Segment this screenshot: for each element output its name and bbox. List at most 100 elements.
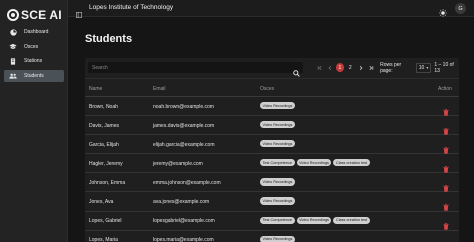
- student-email: noah.brown@example.com: [153, 103, 214, 110]
- osce-chip: Test Competence: [260, 159, 295, 167]
- osce-chips: Video Recordings: [260, 121, 297, 129]
- chevron-left-icon: [328, 65, 332, 70]
- graduation-cap-icon: [9, 43, 17, 51]
- rows-per-page-value: 10: [418, 64, 425, 71]
- osce-chips: Video Recordings: [260, 235, 297, 242]
- student-name: Jones, Ava: [89, 198, 114, 205]
- osce-chips: Video Recordings: [260, 102, 297, 110]
- table-row[interactable]: Jones, Ava ava.jones@example.com Video Rec…: [85, 192, 459, 212]
- student-name: Johnson, Emma: [89, 179, 126, 186]
- student-email: emma.johnson@example.com: [153, 179, 221, 186]
- sidebar-item-label: Dashboard: [24, 29, 49, 35]
- osce-chips: Video Recordings: [260, 178, 297, 186]
- first-page-button[interactable]: [315, 63, 324, 73]
- table-body: Brown, Noah noah.brown@example.com Video R…: [85, 97, 459, 242]
- table-row[interactable]: Johnson, Emma emma.johnson@example.com Vid…: [85, 173, 459, 193]
- search-icon[interactable]: [293, 64, 300, 77]
- column-header-osces[interactable]: Osces: [260, 86, 274, 92]
- logo-icon: [7, 9, 19, 21]
- sidebar-nav: Dashboard Osces Stations Students: [4, 26, 64, 85]
- collapse-sidebar-icon[interactable]: [76, 5, 82, 18]
- sidebar-item-label: Osces: [24, 43, 39, 50]
- delete-icon[interactable]: [443, 236, 450, 242]
- last-page-icon: [369, 65, 374, 70]
- institute-name: Lopes Institute of Technology: [89, 4, 174, 11]
- student-email: lopes.maria@example.com: [153, 237, 214, 242]
- search-input[interactable]: [92, 62, 287, 73]
- sun-icon[interactable]: [439, 4, 447, 17]
- delete-icon[interactable]: [443, 198, 450, 211]
- rows-per-page-label: Rows per page:: [380, 61, 402, 74]
- station-icon: [9, 57, 17, 65]
- student-name: Hagler, Jeremy: [89, 160, 123, 167]
- previous-page-button[interactable]: [325, 63, 334, 73]
- table-row[interactable]: Garcia, Elijah elijah.garcia@example.com V…: [85, 135, 459, 155]
- osce-chip: Class creation test: [333, 159, 370, 167]
- student-email: ava.jones@example.com: [153, 198, 210, 205]
- brand-name: SCE AI: [21, 8, 62, 22]
- student-email: lopesgabriel@example.com: [153, 218, 215, 225]
- osce-chip: Test Competence: [260, 216, 295, 224]
- table-row[interactable]: Hagler, Jeremy jeremy@example.com Test Com…: [85, 154, 459, 174]
- pagination-range: 1 – 10 of 13: [434, 61, 454, 74]
- student-name: Davis, James: [89, 122, 120, 129]
- column-header-email[interactable]: Email: [153, 86, 166, 92]
- delete-icon[interactable]: [443, 217, 450, 230]
- osce-chip: Video Recordings: [260, 235, 295, 242]
- last-page-button[interactable]: [367, 63, 376, 73]
- osce-chip: Video Recordings: [260, 121, 295, 129]
- dashboard-icon: [9, 28, 17, 36]
- top-bar: Lopes Institute of Technology G: [68, 0, 474, 18]
- sidebar-item-label: Students: [24, 73, 44, 80]
- sidebar: SCE AI Dashboard Osces Stations Students: [0, 0, 68, 242]
- osce-chip: Video Recordings: [260, 178, 295, 186]
- sidebar-item-students[interactable]: Students: [4, 70, 64, 83]
- osce-chip: Video Recordings: [260, 140, 295, 148]
- delete-icon[interactable]: [443, 179, 450, 192]
- student-email: james.davis@example.com: [153, 122, 215, 129]
- osce-chip: Video Recordings: [260, 197, 295, 205]
- osce-chip: Video Recordings: [296, 216, 332, 224]
- page-1-button[interactable]: 1: [335, 63, 345, 72]
- osce-chips: Video Recordings: [260, 140, 297, 148]
- pagination: 1 2 Rows per page: 10 ▾ 1 – 10 of 13: [315, 61, 459, 74]
- students-table-card: 1 2 Rows per page: 10 ▾ 1 – 10 of 13 Nam…: [85, 58, 459, 242]
- sidebar-item-osces[interactable]: Osces: [4, 41, 64, 53]
- search-box: [88, 62, 303, 77]
- column-header-action: Action: [438, 86, 452, 92]
- next-page-button[interactable]: [356, 63, 365, 73]
- student-email: jeremy@example.com: [153, 160, 203, 167]
- sidebar-item-stations[interactable]: Stations: [4, 55, 64, 67]
- student-email: elijah.garcia@example.com: [153, 141, 215, 148]
- column-header-name[interactable]: Name: [89, 86, 102, 92]
- page-2-button[interactable]: 2: [346, 63, 354, 72]
- osce-chips: Test Competence Video Recordings Class cre…: [260, 159, 372, 167]
- chevron-right-icon: [359, 65, 363, 70]
- delete-icon[interactable]: [443, 122, 450, 135]
- brand-logo[interactable]: SCE AI: [7, 6, 62, 24]
- student-name: Garcia, Elijah: [89, 141, 119, 148]
- delete-icon[interactable]: [443, 141, 450, 154]
- osce-chip: Video Recordings: [296, 159, 332, 167]
- delete-icon[interactable]: [443, 160, 450, 173]
- sidebar-item-dashboard[interactable]: Dashboard: [4, 26, 64, 38]
- avatar[interactable]: G: [455, 3, 466, 14]
- page-title: Students: [85, 33, 133, 45]
- student-name: Lopes, Gabriel: [89, 218, 122, 225]
- student-name: Lopes, Maria: [89, 237, 118, 242]
- people-icon: [9, 72, 17, 80]
- first-page-icon: [317, 65, 322, 70]
- sidebar-item-label: Stations: [24, 58, 43, 65]
- osce-chips: Video Recordings: [260, 197, 297, 205]
- chevron-down-icon: ▾: [426, 65, 429, 70]
- student-name: Brown, Noah: [89, 103, 118, 110]
- osce-chip: Class creation test: [333, 216, 370, 224]
- table-toolbar: 1 2 Rows per page: 10 ▾ 1 – 10 of 13: [85, 58, 459, 77]
- table-row[interactable]: Lopes, Gabriel lopesgabriel@example.com Te…: [85, 212, 459, 231]
- table-row[interactable]: Lopes, Maria lopes.maria@example.com Video…: [85, 231, 459, 242]
- table-row[interactable]: Brown, Noah noah.brown@example.com Video R…: [85, 97, 459, 117]
- rows-per-page-select[interactable]: 10 ▾: [415, 62, 432, 73]
- osce-chips: Test Competence Video Recordings Class cre…: [260, 216, 372, 224]
- delete-icon[interactable]: [443, 103, 450, 116]
- table-row[interactable]: Davis, James james.davis@example.com Video…: [85, 116, 459, 136]
